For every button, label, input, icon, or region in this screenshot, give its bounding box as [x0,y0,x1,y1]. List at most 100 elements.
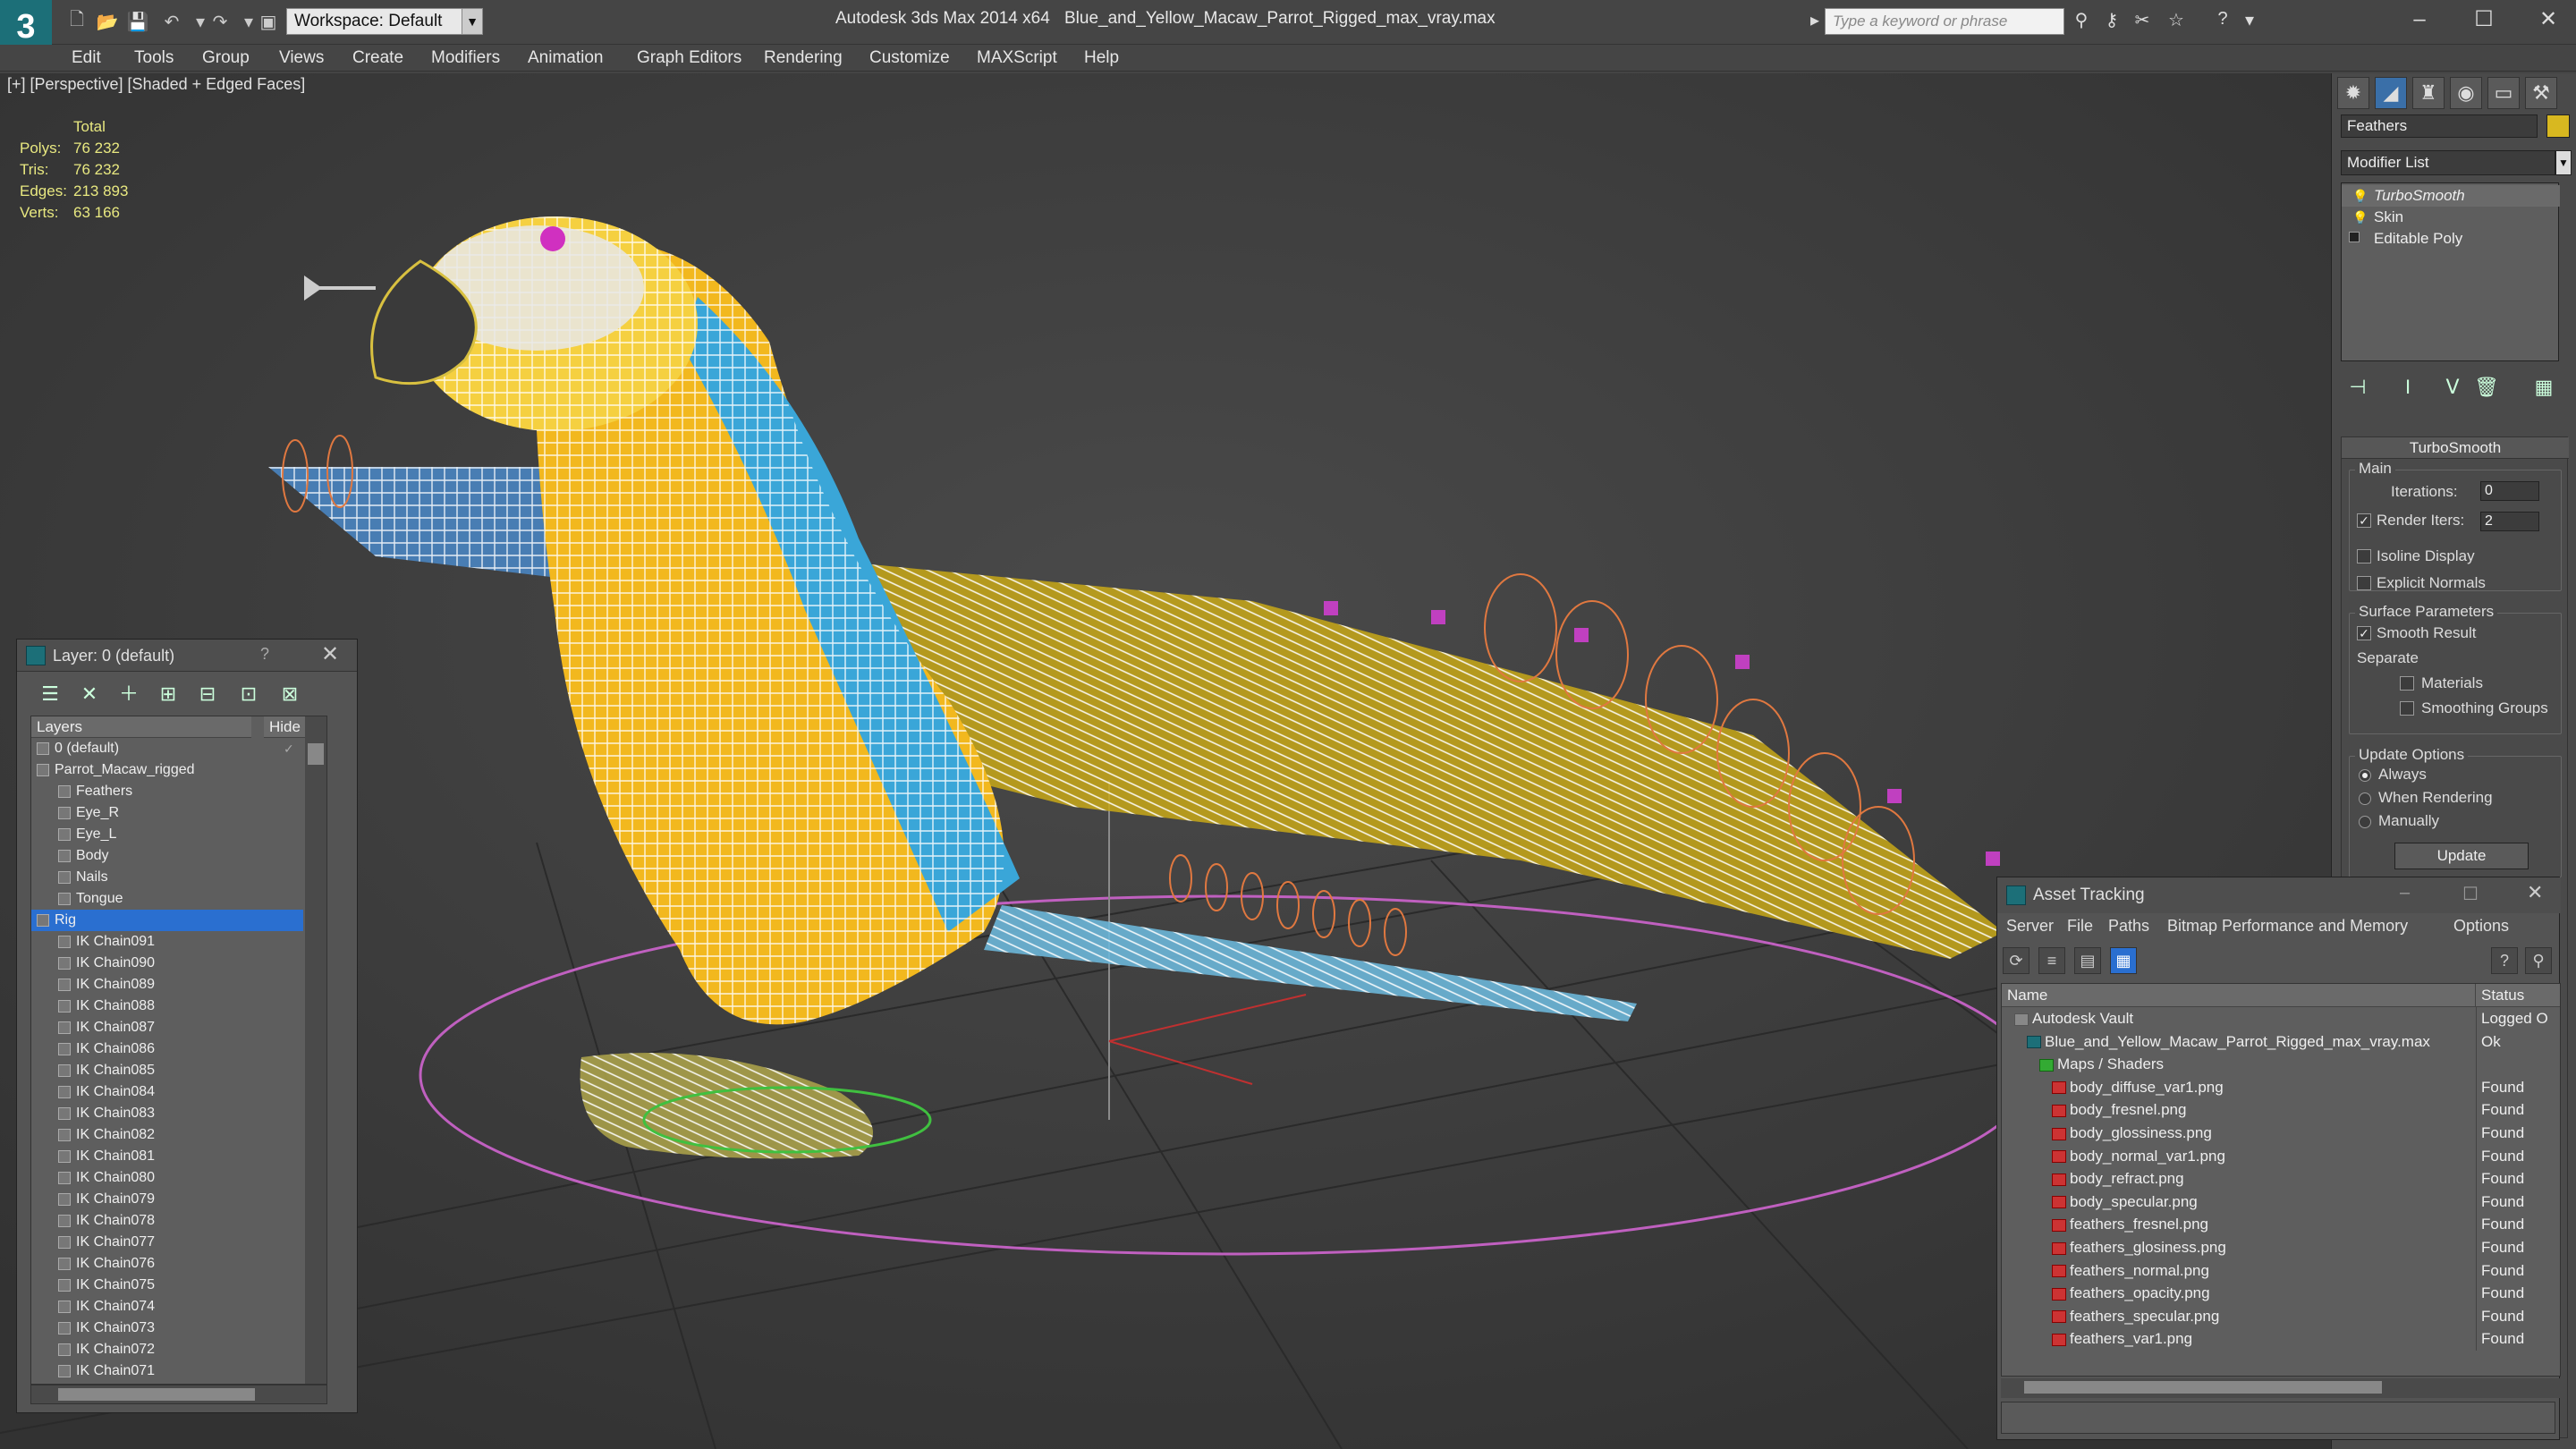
smooth-result-checkbox[interactable]: ✓ [2357,626,2371,640]
hide-all-layers-icon[interactable]: ⊠ [276,681,303,708]
help-icon[interactable]: ? [2209,9,2236,34]
manually-radio[interactable] [2359,816,2371,828]
modifier-list-dropdown-icon[interactable]: ▼ [2555,150,2572,175]
modifier-stack[interactable]: TurboSmooth Skin Editable Poly 💡 💡 [2341,182,2560,361]
new-file-icon[interactable]: 🗋 [64,9,89,34]
asset-row[interactable]: feathers_glosiness.png Found [2002,1236,2560,1259]
minimize-icon[interactable]: – [2397,4,2442,36]
explicit-normals-checkbox[interactable] [2357,576,2371,590]
layer-row[interactable]: Rig [31,910,303,931]
menu-group[interactable]: Group [202,48,250,68]
modify-tab-icon[interactable]: ◢ [2375,77,2407,109]
layer-row[interactable]: Tongue [31,888,303,910]
materials-checkbox[interactable] [2400,676,2414,691]
menu-views[interactable]: Views [279,48,324,68]
asset-row[interactable]: feathers_specular.png Found [2002,1304,2560,1328]
menu-animation[interactable]: Animation [528,48,604,68]
make-unique-icon[interactable]: Ⅴ [2439,374,2466,401]
menu-rendering[interactable]: Rendering [764,48,843,68]
layer-row[interactable]: IK Chain078 [31,1210,303,1232]
layer-row[interactable]: Body [31,845,303,867]
asset-menu-server[interactable]: Server [2006,917,2054,936]
redo-icon[interactable]: ↷ [208,9,233,34]
motion-tab-icon[interactable]: ◉ [2450,77,2482,109]
layer-row[interactable]: 0 (default) ✓ [31,738,303,759]
asset-maximize-icon[interactable]: ☐ [2462,883,2479,905]
layer-row[interactable]: IK Chain081 [31,1146,303,1167]
asset-row[interactable]: body_glossiness.png Found [2002,1122,2560,1145]
asset-horizontal-scrollbar[interactable] [2001,1378,2561,1398]
layer-panel-title[interactable]: Layer: 0 (default) [17,640,357,672]
layer-row[interactable]: IK Chain085 [31,1060,303,1081]
favorites-star-icon[interactable]: ☆ [2163,9,2190,34]
asset-row[interactable]: Maps / Shaders [2002,1053,2560,1076]
maximize-icon[interactable]: ☐ [2462,4,2506,36]
help-dropdown-icon[interactable]: ▾ [2236,9,2263,34]
layer-hide-toggle[interactable]: ✓ [284,738,294,759]
layers-vertical-scrollbar[interactable] [305,716,326,1384]
menu-create[interactable]: Create [352,48,403,68]
layer-row[interactable]: IK Chain086 [31,1038,303,1060]
layer-panel-help-icon[interactable]: ? [260,645,269,664]
layer-row[interactable]: IK Chain073 [31,1318,303,1339]
layer-panel-close-icon[interactable]: ✕ [321,641,339,667]
name-column-header[interactable]: Name [2002,984,2476,1007]
undo-icon[interactable]: ↶ [159,9,184,34]
asset-row[interactable]: body_fresnel.png Found [2002,1098,2560,1122]
layer-row[interactable]: IK Chain091 [31,931,303,953]
layer-row[interactable]: Parrot_Macaw_rigged [31,759,303,781]
create-layer-icon[interactable]: ＋ [115,681,142,708]
status-column-header[interactable]: Status [2476,984,2560,1007]
layer-row[interactable]: IK Chain075 [31,1275,303,1296]
lightbulb-icon[interactable]: 💡 [2352,189,2368,204]
asset-minimize-icon[interactable]: – [2400,883,2410,903]
asset-help-icon[interactable]: ? [2491,947,2518,974]
layer-row[interactable]: IK Chain084 [31,1081,303,1103]
hide-column-header[interactable]: Hide [264,716,307,738]
table-view-icon[interactable]: ▦ [2110,947,2137,974]
asset-menu-options[interactable]: Options [2453,917,2509,936]
layer-row[interactable]: IK Chain082 [31,1124,303,1146]
asset-row[interactable]: Autodesk Vault Logged O [2002,1007,2560,1030]
menu-edit[interactable]: Edit [72,48,101,68]
render-iters-checkbox[interactable]: ✓ [2357,513,2371,528]
thumbnail-view-icon[interactable]: ▤ [2074,947,2101,974]
show-end-result-icon[interactable]: I [2394,374,2421,401]
asset-table[interactable]: Name Status Autodesk Vault Logged O Blue_a… [2001,983,2561,1377]
list-view-icon[interactable]: ≡ [2038,947,2065,974]
stack-item-skin[interactable]: Skin [2342,207,2560,228]
stack-item-turbosmooth[interactable]: TurboSmooth [2342,185,2560,207]
viewport-label[interactable]: [+] [Perspective] [Shaded + Edged Faces] [7,75,305,94]
always-radio[interactable] [2359,769,2371,782]
lightbulb-icon[interactable]: 💡 [2352,210,2368,225]
search-input[interactable]: Type a keyword or phrase [1825,8,2064,35]
key-icon[interactable]: ⚷ [2098,9,2125,34]
select-in-layer-icon[interactable]: ⊟ [194,681,221,708]
layer-row[interactable]: Eye_L [31,824,303,845]
menu-customize[interactable]: Customize [869,48,950,68]
update-button[interactable]: Update [2394,843,2529,869]
refresh-icon[interactable]: ⟳ [2003,947,2029,974]
layer-row[interactable]: IK Chain087 [31,1017,303,1038]
configure-sets-icon[interactable]: ▦ [2530,374,2557,401]
modifier-list-select[interactable]: Modifier List [2341,150,2555,175]
when-rendering-radio[interactable] [2359,792,2371,805]
asset-row[interactable]: body_normal_var1.png Found [2002,1144,2560,1168]
layers-column-header[interactable]: Layers [31,716,251,738]
display-tab-icon[interactable]: ▭ [2487,77,2520,109]
tools-icon[interactable]: ✂ [2129,9,2156,34]
object-name-field[interactable]: Feathers [2341,114,2538,138]
remove-modifier-icon[interactable]: 🗑 [2473,374,2500,401]
save-file-icon[interactable]: 💾 [125,9,150,34]
layer-row[interactable]: IK Chain079 [31,1189,303,1210]
asset-row[interactable]: body_diffuse_var1.png Found [2002,1075,2560,1099]
object-color-swatch[interactable] [2546,114,2570,138]
layer-row[interactable]: IK Chain074 [31,1296,303,1318]
highlight-layer-icon[interactable]: ⊡ [235,681,262,708]
close-icon[interactable]: ✕ [2526,4,2571,36]
asset-row[interactable]: feathers_var1.png Found [2002,1327,2560,1351]
asset-row[interactable]: Blue_and_Yellow_Macaw_Parrot_Rigged_max_… [2002,1030,2560,1054]
render-iters-spinner[interactable]: 2 [2480,512,2539,531]
layer-row[interactable]: IK Chain077 [31,1232,303,1253]
hierarchy-tab-icon[interactable]: ♜ [2412,77,2445,109]
